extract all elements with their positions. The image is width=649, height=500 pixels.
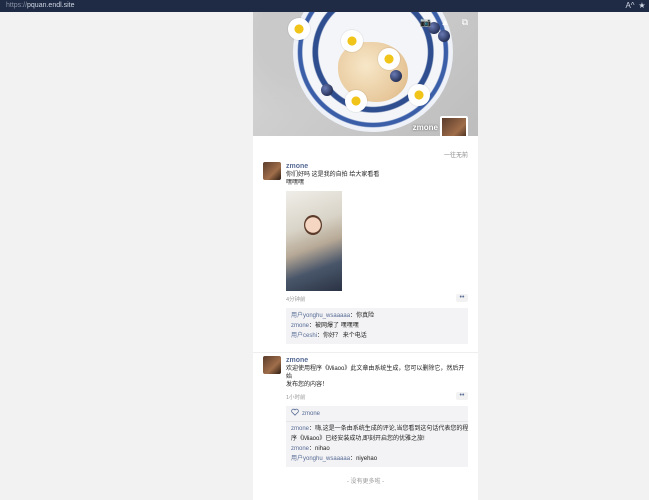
likes-row: zmone — [286, 408, 468, 422]
profile-name: zmone — [412, 123, 438, 132]
comments-box: 用户yonghu_wsaaaaa：你真险 zmone：被网爆了 嘿嘿嘿 用户ce… — [286, 308, 468, 344]
comment-continuation: 序《Miaoo》已经安装成功,即刻开启您的优雅之旅! — [291, 434, 463, 444]
post-meta: 4分钟前 •• — [286, 294, 468, 304]
comment[interactable]: 用户yonghu_wsaaaaa：你真险 — [291, 311, 463, 321]
post-time: 4分钟前 — [286, 297, 306, 303]
cover-toolbar: 📷 ▲ ⧉ — [420, 17, 470, 27]
cover-blueberry — [438, 30, 450, 42]
post-author[interactable]: zmone — [286, 162, 468, 171]
favorites-star-icon[interactable]: ★ — [637, 1, 647, 11]
comment-text: 你好？ 来个电话 — [323, 333, 367, 339]
comment-author[interactable]: zmone — [291, 426, 309, 432]
cover-daisy — [408, 84, 430, 106]
comment-text: niyehao — [356, 456, 378, 462]
url-protocol: https:// — [6, 2, 28, 9]
cover-blueberry — [321, 84, 333, 96]
cover-daisy — [288, 18, 310, 40]
post-body: zmone 欢迎使用程序《Miaoo》此文章由系统生成，您可以删除它，然后开始 … — [286, 356, 468, 467]
comments-box: zmone zmone：嗨,这是一条由系统生成的评论,当您看到这句话代表您的程 … — [286, 406, 468, 467]
comment[interactable]: 用户ceshi：你好？ 来个电话 — [291, 331, 463, 341]
post-text-line: 嘿嘿嘿 — [286, 180, 305, 186]
post-text-line: 发布您的内容！ — [286, 382, 329, 388]
profile-signature: 一往无前 — [443, 153, 468, 159]
browser-address-bar[interactable]: https://pquan.endl.site A^ ★ — [0, 0, 649, 12]
comment-text: 被网爆了 嘿嘿嘿 — [315, 323, 359, 329]
reader-mode-icon[interactable]: A^ — [625, 1, 635, 11]
avatar[interactable] — [263, 356, 281, 374]
more-actions-button[interactable]: •• — [456, 294, 468, 302]
comment-author[interactable]: 用户ceshi — [291, 333, 317, 339]
profile-avatar[interactable] — [440, 116, 468, 136]
cover-daisy — [378, 48, 400, 70]
cover-blueberry — [390, 70, 402, 82]
post-photo[interactable] — [286, 191, 342, 291]
comment-text: 嗨,这是一条由系统生成的评论,当您看到这句话代表您的程 — [315, 426, 469, 432]
comment-author[interactable]: 用户yonghu_wsaaaaa — [291, 313, 350, 319]
profile-cover[interactable]: 📷 ▲ ⧉ zmone — [253, 12, 478, 136]
more-actions-button[interactable]: •• — [456, 392, 468, 400]
post-meta: 1小时前 •• — [286, 392, 468, 402]
post-author[interactable]: zmone — [286, 356, 468, 365]
comment[interactable]: zmone：nihao — [291, 444, 463, 454]
post-divider — [253, 352, 478, 353]
no-more-footer: - 没有更多啦 - — [346, 479, 385, 485]
comment-author[interactable]: 用户yonghu_wsaaaaa — [291, 456, 350, 462]
moments-page: 📷 ▲ ⧉ zmone 一往无前 zmone 你们好吗 这是我的自拍 给大家看看… — [253, 12, 478, 500]
comment[interactable]: zmone：嗨,这是一条由系统生成的评论,当您看到这句话代表您的程 — [291, 424, 468, 434]
post-time: 1小时前 — [286, 395, 306, 401]
comment[interactable]: zmone：被网爆了 嘿嘿嘿 — [291, 321, 463, 331]
avatar[interactable] — [263, 162, 281, 180]
comment-author[interactable]: zmone — [291, 446, 309, 452]
cover-daisy — [345, 90, 367, 112]
post-text-line: 你们好吗 这是我的自拍 给大家看看 — [286, 172, 380, 178]
url-host: pquan.endl.site — [27, 2, 75, 9]
post-body: zmone 你们好吗 这是我的自拍 给大家看看 嘿嘿嘿 4分钟前 •• 用户yo… — [286, 162, 468, 344]
upload-icon[interactable]: ▲ — [440, 17, 450, 27]
comment-text: nihao — [315, 446, 330, 452]
comment-text: 序《Miaoo》已经安装成功,即刻开启您的优雅之旅! — [291, 436, 425, 442]
comment-author[interactable]: zmone — [291, 323, 309, 329]
camera-icon[interactable]: 📷 — [420, 17, 431, 27]
liker-name[interactable]: zmone — [302, 411, 320, 417]
comment-text: 你真险 — [356, 313, 375, 319]
share-icon[interactable]: ⧉ — [460, 17, 470, 27]
post-text-line: 欢迎使用程序《Miaoo》此文章由系统生成，您可以删除它，然后开始 — [286, 366, 465, 380]
cover-daisy — [341, 30, 363, 52]
heart-icon — [291, 408, 299, 416]
comment[interactable]: 用户yonghu_wsaaaaa：niyehao — [291, 454, 463, 464]
url-display[interactable]: https://pquan.endl.site — [6, 2, 75, 10]
